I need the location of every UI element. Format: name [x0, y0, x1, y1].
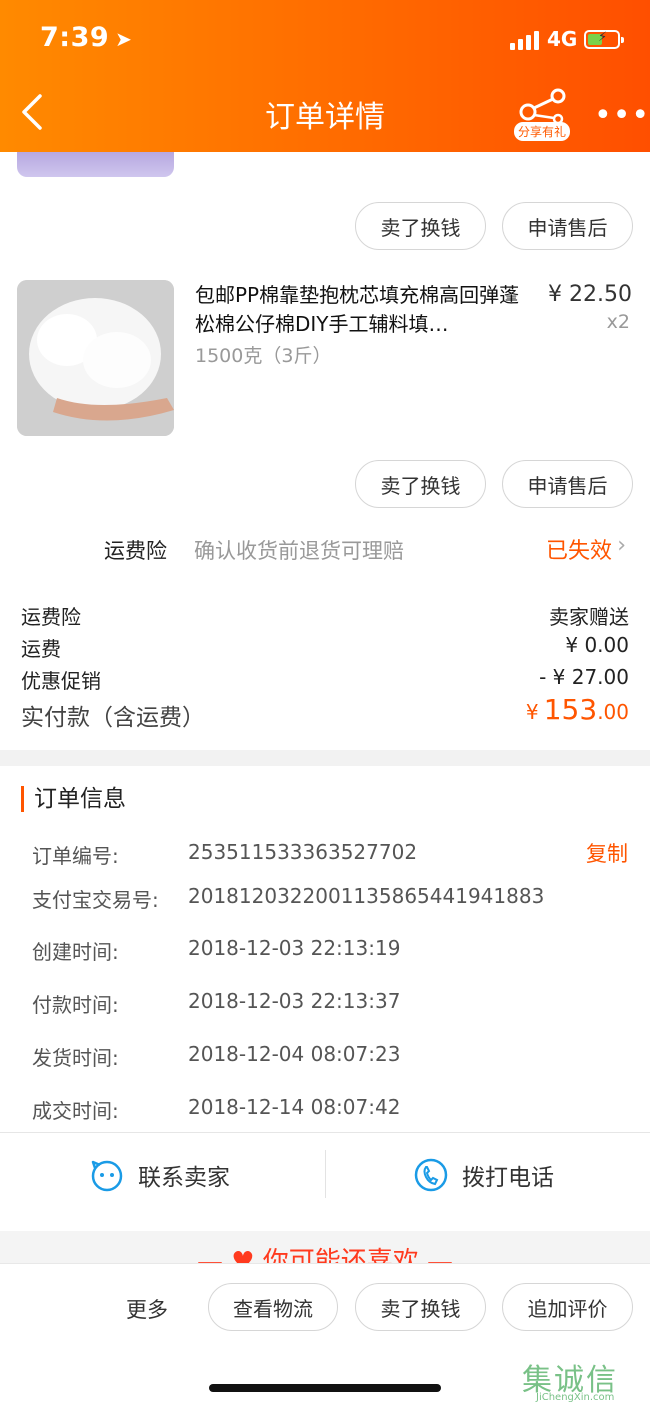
fee-row-insurance: 运费险 卖家赠送 [21, 605, 629, 629]
add-review-button[interactable]: 追加评价 [502, 1283, 633, 1331]
phone-icon [414, 1158, 448, 1192]
product-title[interactable]: 包邮PP棉靠垫抱枕芯填充棉高回弹蓬松棉公仔棉DIY手工辅料填… [195, 281, 535, 339]
battery-icon: ⚡ [584, 30, 624, 49]
contact-vertical-divider [325, 1150, 326, 1198]
shipped-time-label: 发货时间: [32, 1046, 119, 1070]
resell-button-item2[interactable]: 卖了换钱 [355, 460, 486, 508]
product-price: ¥ 22.50 [548, 282, 632, 307]
total-paid-label: 实付款（含运费） [21, 705, 205, 731]
network-type: 4G [547, 27, 578, 51]
order-number-label: 订单编号: [32, 844, 119, 868]
fee-row-discount: 优惠促销 - ¥ 27.00 [21, 665, 629, 693]
fee-row-shipping: 运费 ¥ 0.00 [21, 633, 629, 661]
recommend-section: — ♥ 你可能还喜欢 — [0, 1231, 650, 1263]
home-indicator [209, 1384, 441, 1392]
alipay-trade-value: 2018120322001135865441941883 [188, 884, 545, 908]
call-phone-button[interactable]: 拨打电话 [414, 1150, 554, 1200]
location-arrow-icon: ➤ [115, 27, 133, 51]
copy-order-number-button[interactable]: 复制 [586, 838, 628, 868]
contact-seller-button[interactable]: 联系卖家 [90, 1150, 230, 1200]
insurance-status: 已失效 [545, 539, 612, 564]
created-time-value: 2018-12-03 22:13:19 [188, 936, 401, 960]
total-paid-amount: ¥ 153.00 [525, 693, 629, 726]
share-icon [519, 88, 566, 125]
share-button[interactable]: 分享有礼 [514, 88, 574, 144]
resell-button-bottom[interactable]: 卖了换钱 [355, 1283, 486, 1331]
signal-icon [510, 30, 540, 50]
recommend-title: — ♥ 你可能还喜欢 — [196, 1247, 454, 1263]
order-number-value: 253511533363527702 [188, 840, 418, 864]
product-spec: 1500克（3斤） [195, 345, 332, 367]
cotton-fill-image [17, 280, 174, 436]
contact-seller-label: 联系卖家 [138, 1165, 230, 1191]
insurance-description: 确认收货前退货可理赔 [194, 539, 404, 563]
chat-icon [91, 1160, 123, 1192]
order-info-title: 订单信息 [21, 786, 126, 812]
resell-button-item1[interactable]: 卖了换钱 [355, 202, 486, 250]
header-bar: 7:39 ➤ 4G ⚡ 订单详情 分享有礼 ••• [0, 0, 650, 152]
watermark-logo: 集诚信 JiChengXin.com [522, 1363, 618, 1403]
after-sales-button-item1[interactable]: 申请售后 [502, 202, 633, 250]
section-divider [0, 750, 650, 766]
product-image[interactable] [17, 280, 174, 436]
call-phone-label: 拨打电话 [462, 1165, 554, 1191]
after-sales-button-item2[interactable]: 申请售后 [502, 460, 633, 508]
product-thumbnail-previous[interactable] [17, 152, 174, 177]
status-time: 7:39 ➤ [40, 22, 133, 53]
chevron-right-icon: › [617, 533, 626, 558]
created-time-label: 创建时间: [32, 940, 119, 964]
contact-divider [0, 1132, 650, 1133]
view-logistics-button[interactable]: 查看物流 [208, 1283, 338, 1331]
paid-time-label: 付款时间: [32, 993, 119, 1017]
completed-time-label: 成交时间: [32, 1099, 119, 1123]
shipped-time-value: 2018-12-04 08:07:23 [188, 1042, 401, 1066]
insurance-label: 运费险 [104, 539, 167, 563]
paid-time-value: 2018-12-03 22:13:37 [188, 989, 401, 1013]
more-menu-icon[interactable]: ••• [594, 98, 650, 133]
alipay-trade-label: 支付宝交易号: [32, 888, 159, 912]
completed-time-value: 2018-12-14 08:07:42 [188, 1095, 401, 1119]
product-quantity: x2 [606, 311, 630, 333]
share-badge: 分享有礼 [514, 122, 571, 141]
more-button[interactable]: 更多 [126, 1294, 168, 1324]
